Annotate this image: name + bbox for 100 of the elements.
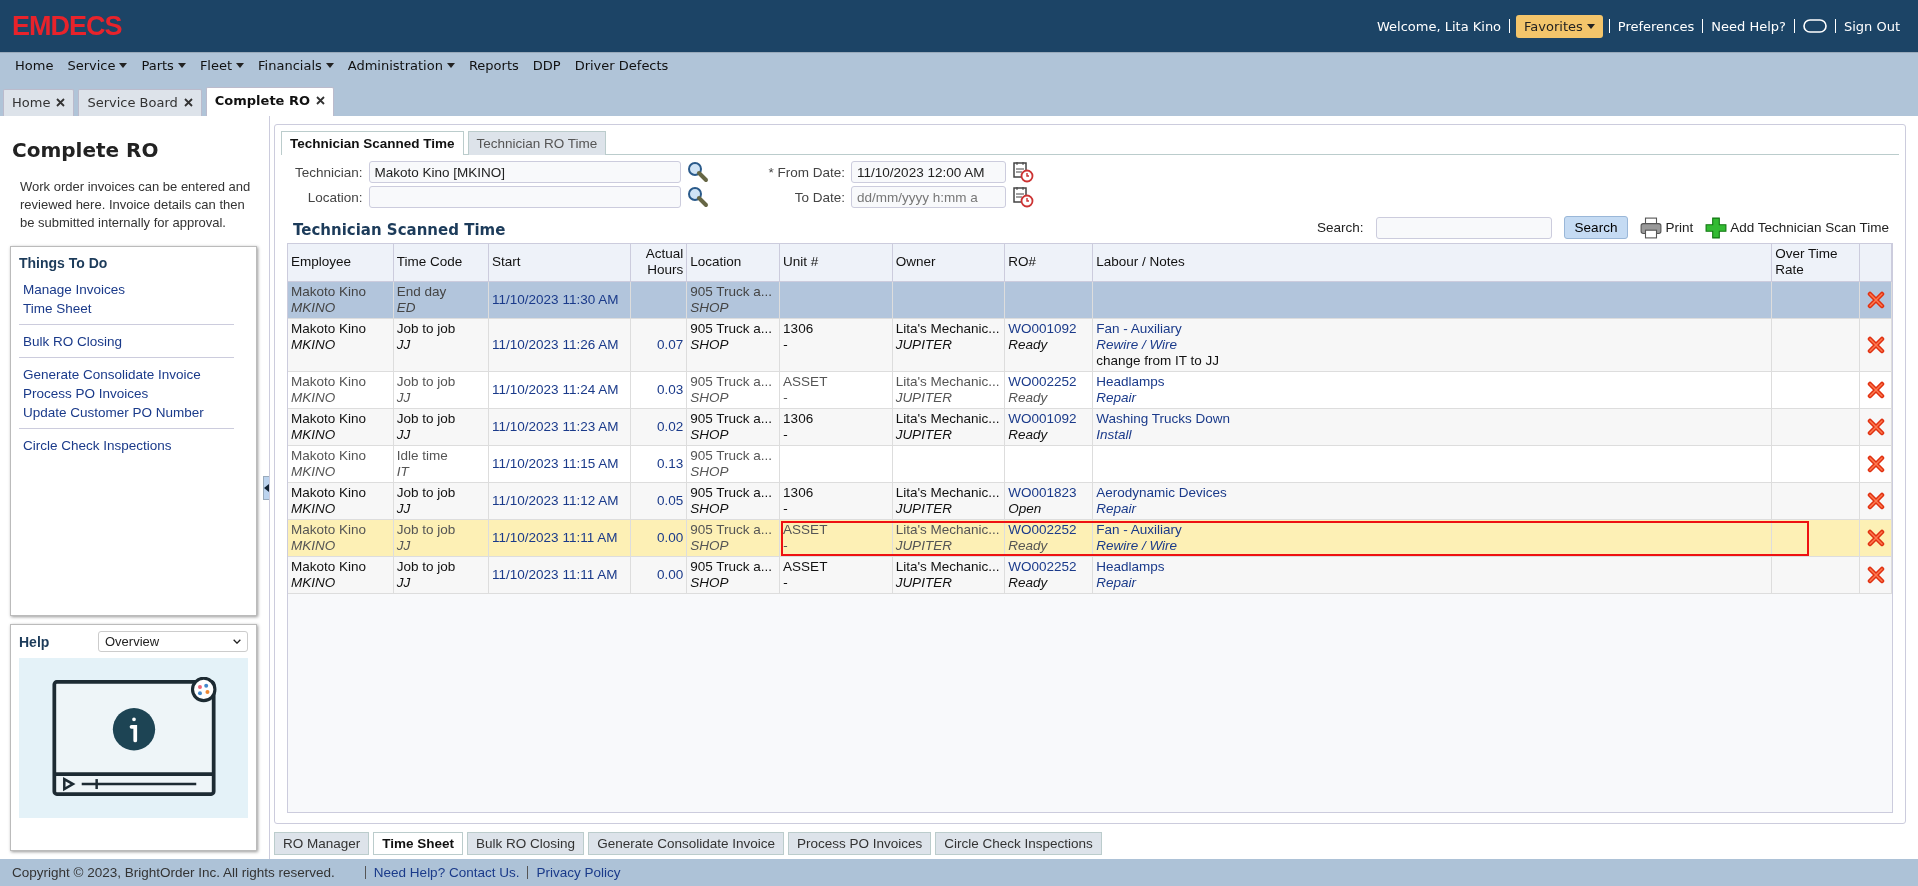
page-tab[interactable]: Service Board <box>78 89 202 116</box>
cell-text: 1306 <box>783 410 815 427</box>
delete-icon[interactable] <box>1866 417 1885 436</box>
cell-text: Job to job <box>396 521 457 538</box>
ro-link[interactable]: WO001092 <box>1008 320 1090 337</box>
menu-item[interactable]: Driver Defects <box>567 58 676 73</box>
ro-status: Ready <box>1008 389 1049 406</box>
ro-link[interactable]: WO001092 <box>1008 410 1090 427</box>
start-time: 11/10/2023 11:15 AM <box>492 455 619 471</box>
cell-text: 905 Truck a... <box>690 558 773 575</box>
todo-link[interactable]: Time Sheet <box>23 299 234 318</box>
todo-link[interactable]: Bulk RO Closing <box>23 332 234 351</box>
labour-link[interactable]: Washing Trucks Down <box>1096 410 1769 427</box>
ro-link[interactable]: WO002252 <box>1008 373 1090 390</box>
menu-item[interactable]: DDP <box>525 58 568 73</box>
labour-link[interactable]: Headlamps <box>1096 373 1769 390</box>
search-button[interactable]: Search <box>1563 216 1629 239</box>
cell-subtext: MKINO <box>291 299 337 316</box>
delete-icon[interactable] <box>1866 565 1885 584</box>
delete-icon[interactable] <box>1866 528 1885 547</box>
column-header: Unit # <box>779 244 893 281</box>
labour-link[interactable]: Fan - Auxiliary <box>1096 521 1769 538</box>
todo-link[interactable]: Process PO Invoices <box>23 384 234 403</box>
labour-type: Repair <box>1096 574 1138 591</box>
search-field[interactable] <box>1375 216 1552 239</box>
ro-status: Ready <box>1008 336 1049 353</box>
menu-item[interactable]: Home <box>8 58 61 73</box>
header-link[interactable]: Sign Out <box>1835 18 1908 34</box>
input-field[interactable]: 11/10/2023 12:00 AM <box>851 161 1007 183</box>
menu-item[interactable]: Service <box>60 58 135 73</box>
add-button[interactable]: Add Technician Scan Time <box>1705 216 1889 239</box>
hours-value: 0.05 <box>656 492 684 508</box>
content-tab[interactable]: Technician RO Time <box>467 131 607 155</box>
ro-link[interactable]: WO002252 <box>1008 521 1090 538</box>
cell-text: Idle time <box>396 447 449 464</box>
header-link[interactable]: Preferences <box>1609 18 1703 34</box>
delete-icon[interactable] <box>1866 491 1885 510</box>
cell-subtext: MKINO <box>291 389 337 406</box>
page-tab[interactable]: Complete RO <box>205 87 334 116</box>
panel-title: Things To Do <box>19 255 109 271</box>
footer-link[interactable]: Need Help? Contact Us. <box>373 865 520 880</box>
welcome-text: Welcome, Lita Kino <box>1375 18 1503 34</box>
cell-text: Makoto Kino <box>291 484 368 501</box>
menu-item[interactable]: Fleet <box>192 58 252 73</box>
cell-subtext: SHOP <box>690 389 730 406</box>
bottom-tab[interactable]: Bulk RO Closing <box>467 832 585 855</box>
bottom-tab[interactable]: RO Manager <box>274 832 370 855</box>
cell-text: Lita's Mechanic... <box>895 484 1001 501</box>
labour-link[interactable]: Fan - Auxiliary <box>1096 320 1769 337</box>
bottom-tab[interactable]: Generate Consolidate Invoice <box>588 832 784 855</box>
input-field[interactable] <box>368 186 681 208</box>
todo-link[interactable]: Update Customer PO Number <box>23 403 234 422</box>
bottom-tab[interactable]: Circle Check Inspections <box>935 832 1102 855</box>
content-tab[interactable]: Technician Scanned Time <box>281 131 464 155</box>
header-link[interactable]: Need Help? <box>1703 18 1794 34</box>
ro-link[interactable]: WO001823 <box>1008 484 1090 501</box>
menu-item[interactable]: Financials <box>251 58 341 73</box>
todo-link[interactable]: Circle Check Inspections <box>23 436 234 455</box>
cell-text: Job to job <box>396 320 457 337</box>
start-time: 11/10/2023 11:30 AM <box>492 291 619 307</box>
cell-text: Makoto Kino <box>291 447 368 464</box>
cell-subtext: JUPITER <box>895 336 953 353</box>
labour-link[interactable]: Headlamps <box>1096 558 1769 575</box>
favorites-button[interactable]: Favorites <box>1516 14 1603 38</box>
cell-text: 905 Truck a... <box>690 521 773 538</box>
todo-link[interactable]: Manage Invoices <box>23 280 234 299</box>
search-icon[interactable] <box>686 161 709 183</box>
cell-subtext: JJ <box>396 500 412 517</box>
calendar-clock-icon[interactable] <box>1012 186 1035 208</box>
column-header: Over Time Rate <box>1771 244 1860 281</box>
cell-subtext: JUPITER <box>895 389 953 406</box>
bottom-tab[interactable]: Time Sheet <box>373 832 464 855</box>
cell-subtext: JJ <box>396 426 412 443</box>
topic-dropdown[interactable]: Overview <box>98 631 248 652</box>
labour-link[interactable]: Aerodynamic Devices <box>1096 484 1769 501</box>
input-field[interactable]: dd/mm/yyyy h:mm a <box>851 186 1007 208</box>
cell-subtext: JJ <box>396 336 412 353</box>
labour-type: Install <box>1096 426 1133 443</box>
ro-link[interactable]: WO002252 <box>1008 558 1090 575</box>
menu-item[interactable]: Parts <box>134 58 193 73</box>
delete-icon[interactable] <box>1866 454 1885 473</box>
cell-text: Makoto Kino <box>291 283 368 300</box>
toggle-icon[interactable] <box>1802 19 1827 33</box>
delete-icon[interactable] <box>1866 380 1885 399</box>
cell-subtext: JJ <box>396 574 412 591</box>
calendar-clock-icon[interactable] <box>1012 161 1035 183</box>
print-button[interactable]: Print <box>1640 216 1694 239</box>
menu-item[interactable]: Reports <box>461 58 526 73</box>
bottom-tab[interactable]: Process PO Invoices <box>788 832 932 855</box>
collapse-handle[interactable] <box>263 475 270 500</box>
input-field[interactable]: Makoto Kino [MKINO] <box>368 161 681 183</box>
todo-link[interactable]: Generate Consolidate Invoice <box>23 365 234 384</box>
menu-item[interactable]: Administration <box>340 58 462 73</box>
hours-value: 0.13 <box>656 455 684 471</box>
delete-icon[interactable] <box>1866 335 1885 354</box>
footer-link[interactable]: Privacy Policy <box>536 865 621 880</box>
delete-icon[interactable] <box>1866 290 1885 309</box>
page-tab[interactable]: Home <box>3 89 75 116</box>
column-header: Owner <box>892 244 1005 281</box>
search-icon[interactable] <box>686 186 709 208</box>
